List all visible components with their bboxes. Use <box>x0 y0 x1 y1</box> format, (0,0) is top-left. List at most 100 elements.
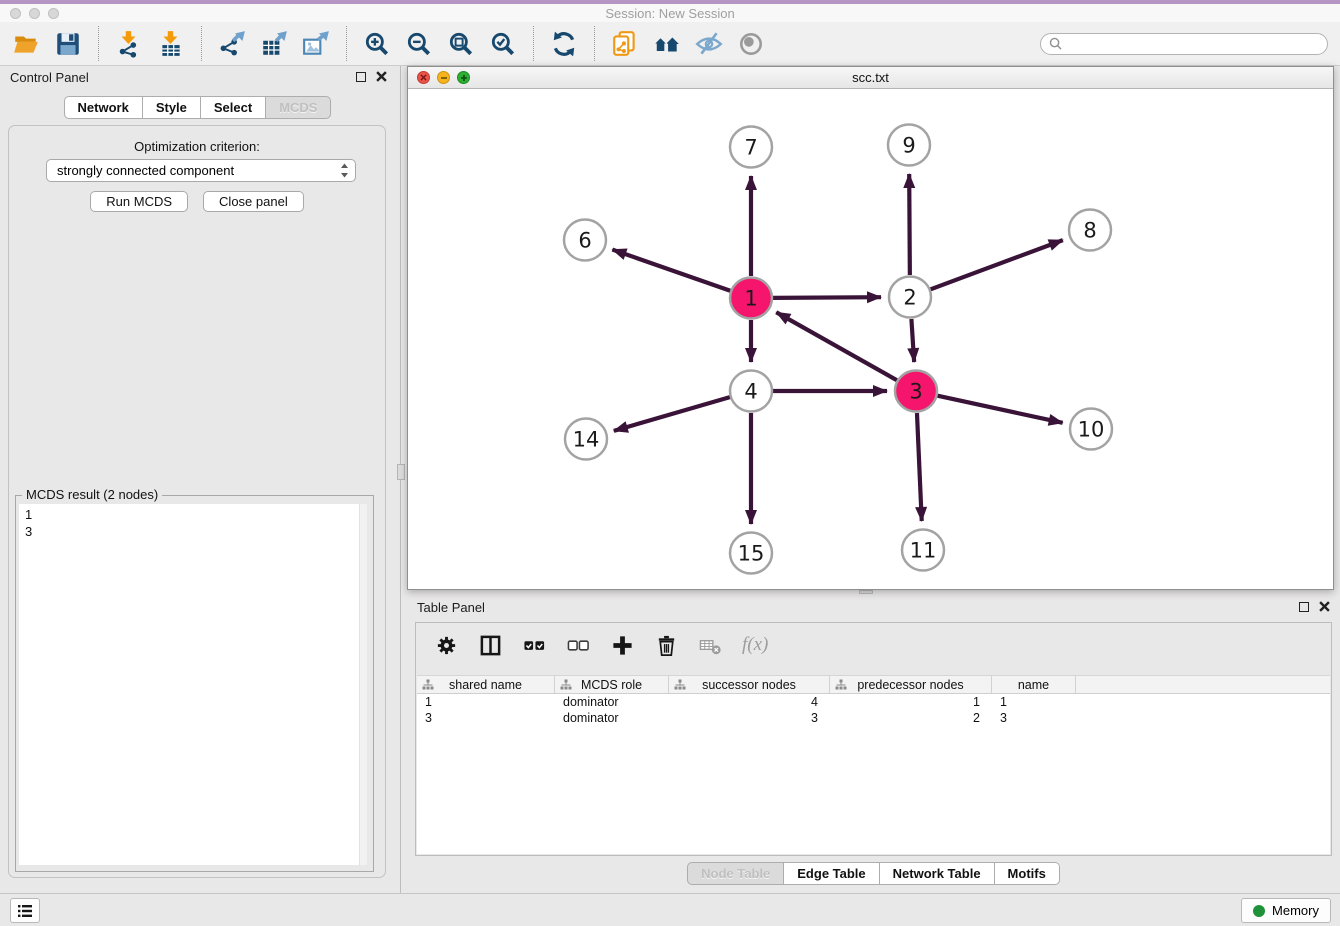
graph-edge-1-2[interactable] <box>773 297 881 298</box>
graph-edge-2-9[interactable] <box>909 174 910 275</box>
column-header-predecessor-nodes[interactable]: predecessor nodes <box>830 676 992 693</box>
run-mcds-button[interactable]: Run MCDS <box>90 191 188 212</box>
column-header-successor-nodes[interactable]: successor nodes <box>669 676 830 693</box>
function-builder-icon[interactable]: f(x) <box>742 634 768 656</box>
mcds-result-area[interactable]: 1 3 <box>19 504 367 865</box>
graph-edge-2-3[interactable] <box>911 319 914 362</box>
horizontal-splitter-grip[interactable] <box>859 590 873 594</box>
svg-text:4: 4 <box>744 380 757 404</box>
close-table-panel-icon[interactable] <box>1319 601 1330 612</box>
toolbar-separator <box>98 26 99 61</box>
close-panel-icon[interactable] <box>376 71 387 82</box>
graph-node-2[interactable]: 2 <box>889 277 931 318</box>
import-table-icon[interactable] <box>157 30 185 58</box>
column-header-mcds-role[interactable]: MCDS role <box>555 676 669 693</box>
export-network-icon[interactable] <box>218 30 246 58</box>
close-panel-button[interactable]: Close panel <box>203 191 304 212</box>
graph-node-8[interactable]: 8 <box>1069 210 1111 251</box>
tab-network-table[interactable]: Network Table <box>880 862 995 885</box>
splitter-grip[interactable] <box>397 464 405 480</box>
tab-select[interactable]: Select <box>201 96 266 119</box>
result-scrollbar[interactable] <box>359 504 367 865</box>
vertical-splitter[interactable] <box>395 66 407 893</box>
tab-mcds[interactable]: MCDS <box>266 96 331 119</box>
tab-style[interactable]: Style <box>143 96 201 119</box>
network-graph[interactable]: 7 9 6 8 1 2 4 3 14 10 15 11 <box>408 89 1333 589</box>
table-cell: 1 <box>417 694 555 710</box>
clone-network-icon[interactable] <box>611 30 639 58</box>
graph-node-4[interactable]: 4 <box>730 371 772 412</box>
graph-edge-2-8[interactable] <box>931 240 1063 289</box>
zoom-out-icon[interactable] <box>405 30 433 58</box>
tab-edge-table[interactable]: Edge Table <box>784 862 879 885</box>
import-network-icon[interactable] <box>115 30 143 58</box>
deselect-all-icon[interactable] <box>566 633 590 657</box>
export-image-icon[interactable] <box>302 30 330 58</box>
graph-edge-3-1[interactable] <box>776 312 897 380</box>
group-nodes-icon[interactable] <box>653 30 681 58</box>
refresh-view-icon[interactable] <box>550 30 578 58</box>
graph-node-1[interactable]: 1 <box>730 278 772 319</box>
graph-node-11[interactable]: 11 <box>902 530 944 571</box>
graph-node-14[interactable]: 14 <box>565 419 607 460</box>
control-panel-title: Control Panel <box>10 70 89 85</box>
hide-selected-icon[interactable] <box>695 30 723 58</box>
svg-text:7: 7 <box>744 136 757 160</box>
graph-node-7[interactable]: 7 <box>730 127 772 168</box>
svg-text:1: 1 <box>744 287 757 311</box>
graph-node-3[interactable]: 3 <box>895 371 937 412</box>
session-title: Session: New Session <box>0 6 1340 21</box>
delete-table-icon[interactable] <box>698 633 722 657</box>
select-all-icon[interactable] <box>522 633 546 657</box>
delete-rows-icon[interactable] <box>654 633 678 657</box>
show-all-icon[interactable] <box>737 30 765 58</box>
graph-node-15[interactable]: 15 <box>730 533 772 574</box>
float-panel-icon[interactable] <box>356 72 366 82</box>
table-cell: 3 <box>417 710 555 726</box>
network-canvas[interactable]: 7 9 6 8 1 2 4 3 14 10 15 11 <box>408 89 1333 589</box>
graph-edge-3-10[interactable] <box>937 396 1062 423</box>
svg-text:3: 3 <box>909 380 922 404</box>
graph-edge-1-6[interactable] <box>612 250 730 291</box>
graph-node-9[interactable]: 9 <box>888 125 930 166</box>
task-history-button[interactable] <box>10 898 40 923</box>
graph-node-10[interactable]: 10 <box>1070 409 1112 450</box>
zoom-fit-icon[interactable] <box>447 30 475 58</box>
graph-edge-3-11[interactable] <box>917 413 922 521</box>
status-bar: Memory <box>0 893 1340 926</box>
save-session-icon[interactable] <box>54 30 82 58</box>
main-toolbar <box>0 22 1340 66</box>
table-row[interactable]: 3dominator323 <box>417 710 1330 726</box>
table-cell: dominator <box>555 710 669 726</box>
network-window-titlebar[interactable]: scc.txt <box>408 67 1333 89</box>
search-input[interactable] <box>1067 37 1319 51</box>
search-box[interactable] <box>1040 33 1328 55</box>
table-cell: 4 <box>669 694 830 710</box>
show-columns-icon[interactable] <box>478 633 502 657</box>
zoom-in-icon[interactable] <box>363 30 391 58</box>
column-header-shared-name[interactable]: shared name <box>417 676 555 693</box>
tab-node-table[interactable]: Node Table <box>687 862 784 885</box>
select-stepper-icon <box>340 163 349 178</box>
memory-button[interactable]: Memory <box>1241 898 1331 923</box>
float-table-panel-icon[interactable] <box>1299 602 1309 612</box>
open-session-icon[interactable] <box>12 30 40 58</box>
mcds-result-group: MCDS result (2 nodes) 1 3 <box>15 495 374 872</box>
toolbar-separator <box>594 26 595 61</box>
table-body: 1dominator4113dominator323 <box>417 694 1330 726</box>
table-row[interactable]: 1dominator411 <box>417 694 1330 710</box>
graph-node-6[interactable]: 6 <box>564 220 606 261</box>
add-row-icon[interactable] <box>610 633 634 657</box>
node-table-container: f(x) shared name MCDS role successor nod… <box>415 622 1332 856</box>
optimization-criterion-select[interactable]: strongly connected component <box>46 159 356 182</box>
table-cell: dominator <box>555 694 669 710</box>
zoom-selected-icon[interactable] <box>489 30 517 58</box>
tab-network[interactable]: Network <box>64 96 143 119</box>
table-cell-filler <box>1076 694 1330 710</box>
svg-text:14: 14 <box>573 428 600 452</box>
column-header-name[interactable]: name <box>992 676 1076 693</box>
graph-edge-4-14[interactable] <box>614 397 730 431</box>
table-settings-icon[interactable] <box>434 633 458 657</box>
export-table-icon[interactable] <box>260 30 288 58</box>
tab-motifs[interactable]: Motifs <box>995 862 1060 885</box>
